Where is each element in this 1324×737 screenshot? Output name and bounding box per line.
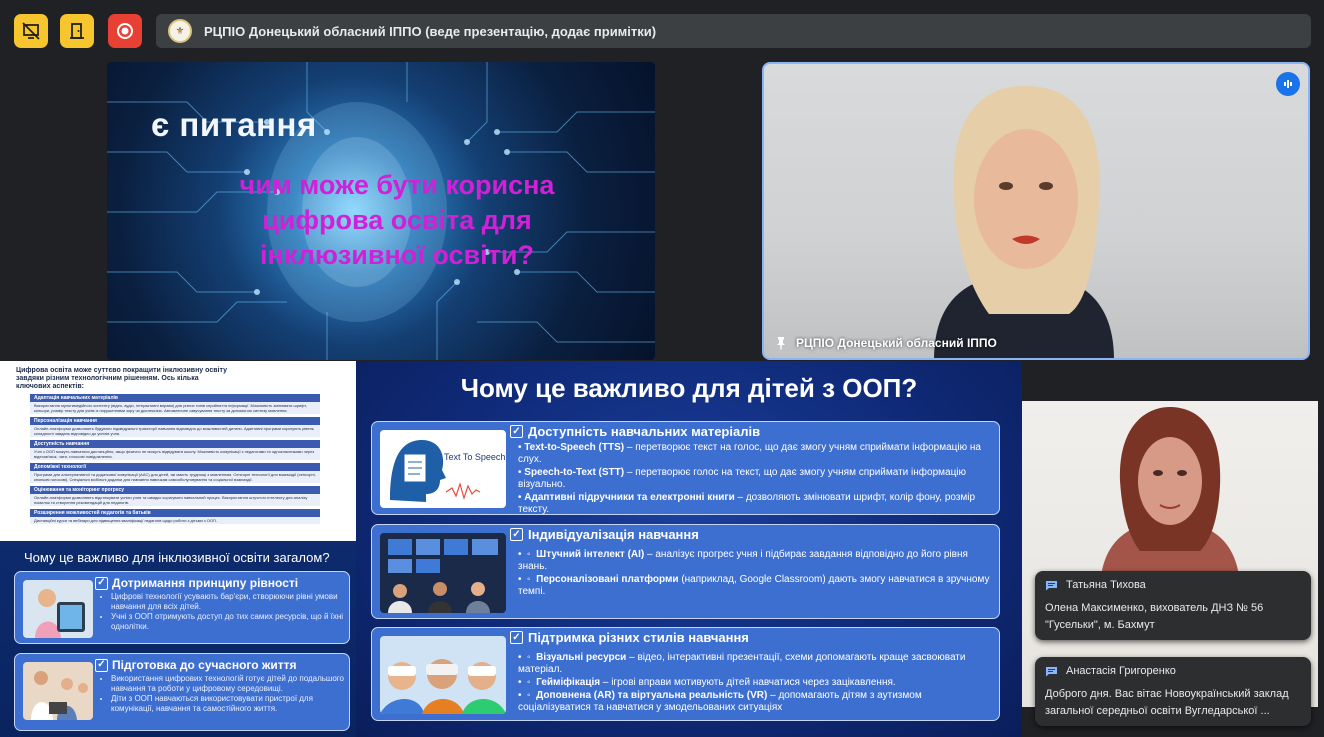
card-title: ✓ Підтримка різних стилів навчання [510, 630, 749, 645]
card-item: • ◦ Штучний інтелект (AI) – аналізує про… [518, 549, 968, 572]
doc-section-text: Онлайн-платформи дозволяють будувати інд… [30, 425, 320, 437]
chat-sender: Татьяна Тихова [1045, 579, 1301, 591]
tablet-child-image [23, 580, 93, 638]
card-item: • Text-to-Speech (TTS) – перетворює текс… [518, 442, 981, 465]
tts-image-label: Text To Speech [444, 452, 506, 462]
presentation-slide: є питання чим може бути корисна цифрова … [107, 62, 655, 360]
participant-avatar-icon [1100, 406, 1240, 591]
speaker-video-tile[interactable]: РЦПІО Донецький обласний ІППО [762, 62, 1310, 360]
ooop-importance-slide: Чому це важливо для дітей з ООП? ❝ Text … [356, 361, 1022, 737]
checkbox-icon: ✓ [95, 576, 108, 590]
presenter-banner-text: РЦПІО Донецький обласний ІППО (веде през… [204, 23, 657, 39]
svg-text:❝: ❝ [414, 444, 419, 455]
doc-section: Адаптація навчальних матеріалів Використ… [30, 394, 320, 414]
text-to-speech-image: ❝ Text To Speech [380, 430, 506, 508]
doc-section-title: Розширення можливостей педагогів та бать… [30, 509, 320, 517]
chat-message-icon [1046, 580, 1057, 590]
presentation-off-icon [22, 22, 40, 40]
organization-logo-icon: ⚜ [168, 19, 192, 43]
doc-section-text: Дистанційні курси та вебінари для підвищ… [30, 517, 320, 524]
modern-life-card: ✓ Підготовка до сучасного життя Використ… [14, 653, 350, 731]
chat-notification[interactable]: Анастасія Григоренко Доброго дня. Вас ві… [1035, 657, 1311, 726]
record-icon [117, 23, 133, 39]
slide-subtitle: чим може бути корисна цифрова освіта для… [239, 170, 555, 270]
doc-section: Доступність навчання Учні з ООП можуть н… [30, 440, 320, 460]
record-button[interactable] [108, 14, 142, 48]
learning-styles-card: ✓ Підтримка різних стилів навчання • ◦ В… [371, 627, 1000, 721]
card-item: • Speech-to-Text (STT) – перетворює голо… [518, 467, 967, 490]
speaker-name-label: РЦПІО Донецький обласний ІППО [774, 336, 997, 350]
chat-message-icon [1046, 666, 1057, 676]
doc-intro: Цифрова освіта може суттєво покращити ін… [16, 367, 227, 390]
presenter-banner: ⚜ РЦПІО Донецький обласний ІППО (веде пр… [156, 14, 1311, 48]
checkbox-icon: ✓ [510, 528, 523, 541]
chat-notification[interactable]: Татьяна Тихова Олена Максименко, виховат… [1035, 571, 1311, 640]
tile-gap [1022, 361, 1324, 401]
speaking-indicator-icon [1276, 72, 1300, 96]
doc-section-title: Оцінювання та моніторинг прогресу [30, 486, 320, 494]
doc-section: Розширення можливостей педагогів та бать… [30, 509, 320, 524]
checkbox-icon: ✓ [510, 425, 523, 438]
checkbox-icon: ✓ [510, 631, 523, 644]
card-item: Діти з ООП навчаються використовувати пр… [111, 694, 349, 714]
exit-button[interactable] [60, 14, 94, 48]
doc-section-title: Персоналізація навчання [30, 417, 320, 425]
card-item: • ◦ Персоналізовані платформи (наприклад… [518, 574, 990, 597]
card-title: ✓ Дотримання принципу рівності [95, 576, 298, 590]
chat-message: Доброго дня. Вас вітає Новоукраїнський з… [1045, 688, 1289, 717]
doc-section-text: Учні з ООП можуть навчатися дистанційно,… [30, 448, 320, 460]
door-icon [70, 23, 84, 39]
vr-children-image [380, 636, 506, 714]
card-item: • Адаптивні підручники та електронні кни… [518, 492, 976, 515]
individualization-card: ✓ Індивідуалізація навчання • ◦ Штучний … [371, 524, 1000, 619]
pin-icon[interactable] [774, 336, 788, 350]
inclusive-importance-slide: Чому це важливо для інклюзивної освіти з… [0, 541, 360, 737]
checkbox-icon: ✓ [95, 658, 108, 672]
card-item: Цифрові технології усувають бар'єри, ств… [111, 592, 349, 612]
card-item: • ◦ Візуальні ресурси – відео, інтеракти… [518, 652, 966, 675]
camera-off-button[interactable] [14, 14, 48, 48]
chat-message: Олена Максименко, вихователь ДНЗ № 56 "Г… [1045, 602, 1264, 631]
doc-section-text: Використання мультимедійного контенту (в… [30, 402, 320, 414]
card-title: ✓ Підготовка до сучасного життя [95, 658, 297, 672]
doc-section: Персоналізація навчання Онлайн-платформи… [30, 417, 320, 437]
classroom-screens-image [380, 533, 506, 613]
slide-title: Чому це важливо для дітей з ООП? [460, 373, 918, 403]
doc-section-text: Програми для альтернативної та додатково… [30, 471, 320, 483]
doc-section: Допоміжні технології Програми для альтер… [30, 463, 320, 483]
shared-doc-slide: Цифрова освіта може суттєво покращити ін… [0, 361, 356, 541]
accessibility-card: ❝ Text To Speech ✓ Доступність навчальни… [371, 421, 1000, 515]
speaker-name: РЦПІО Донецький обласний ІППО [796, 336, 997, 350]
teacher-students-image [23, 662, 93, 720]
equality-card: ✓ Дотримання принципу рівності Цифрові т… [14, 571, 350, 644]
chat-sender: Анастасія Григоренко [1045, 665, 1301, 677]
card-title: ✓ Доступність навчальних матеріалів [510, 424, 760, 439]
doc-section-title: Доступність навчання [30, 440, 320, 448]
slide-question: є питання [151, 106, 317, 143]
speaker-avatar-icon [934, 85, 1114, 358]
card-item: Учні з ООП отримують доступ до тих самих… [111, 612, 349, 632]
doc-section: Оцінювання та моніторинг прогресу Онлайн… [30, 486, 320, 506]
doc-section-title: Допоміжні технології [30, 463, 320, 471]
card-item: • ◦ Гейміфікація – ігрові вправи мотивую… [518, 677, 896, 688]
doc-section-title: Адаптація навчальних матеріалів [30, 394, 320, 402]
card-title: ✓ Індивідуалізація навчання [510, 527, 699, 542]
card-item: Використання цифрових технологій готує д… [111, 674, 349, 694]
card-item: • ◦ Доповнена (AR) та віртуальна реальні… [518, 690, 922, 713]
panel-title: Чому це важливо для інклюзивної освіти з… [24, 550, 330, 565]
doc-section-text: Онлайн-платформи дозволяють відстежувати… [30, 494, 320, 506]
